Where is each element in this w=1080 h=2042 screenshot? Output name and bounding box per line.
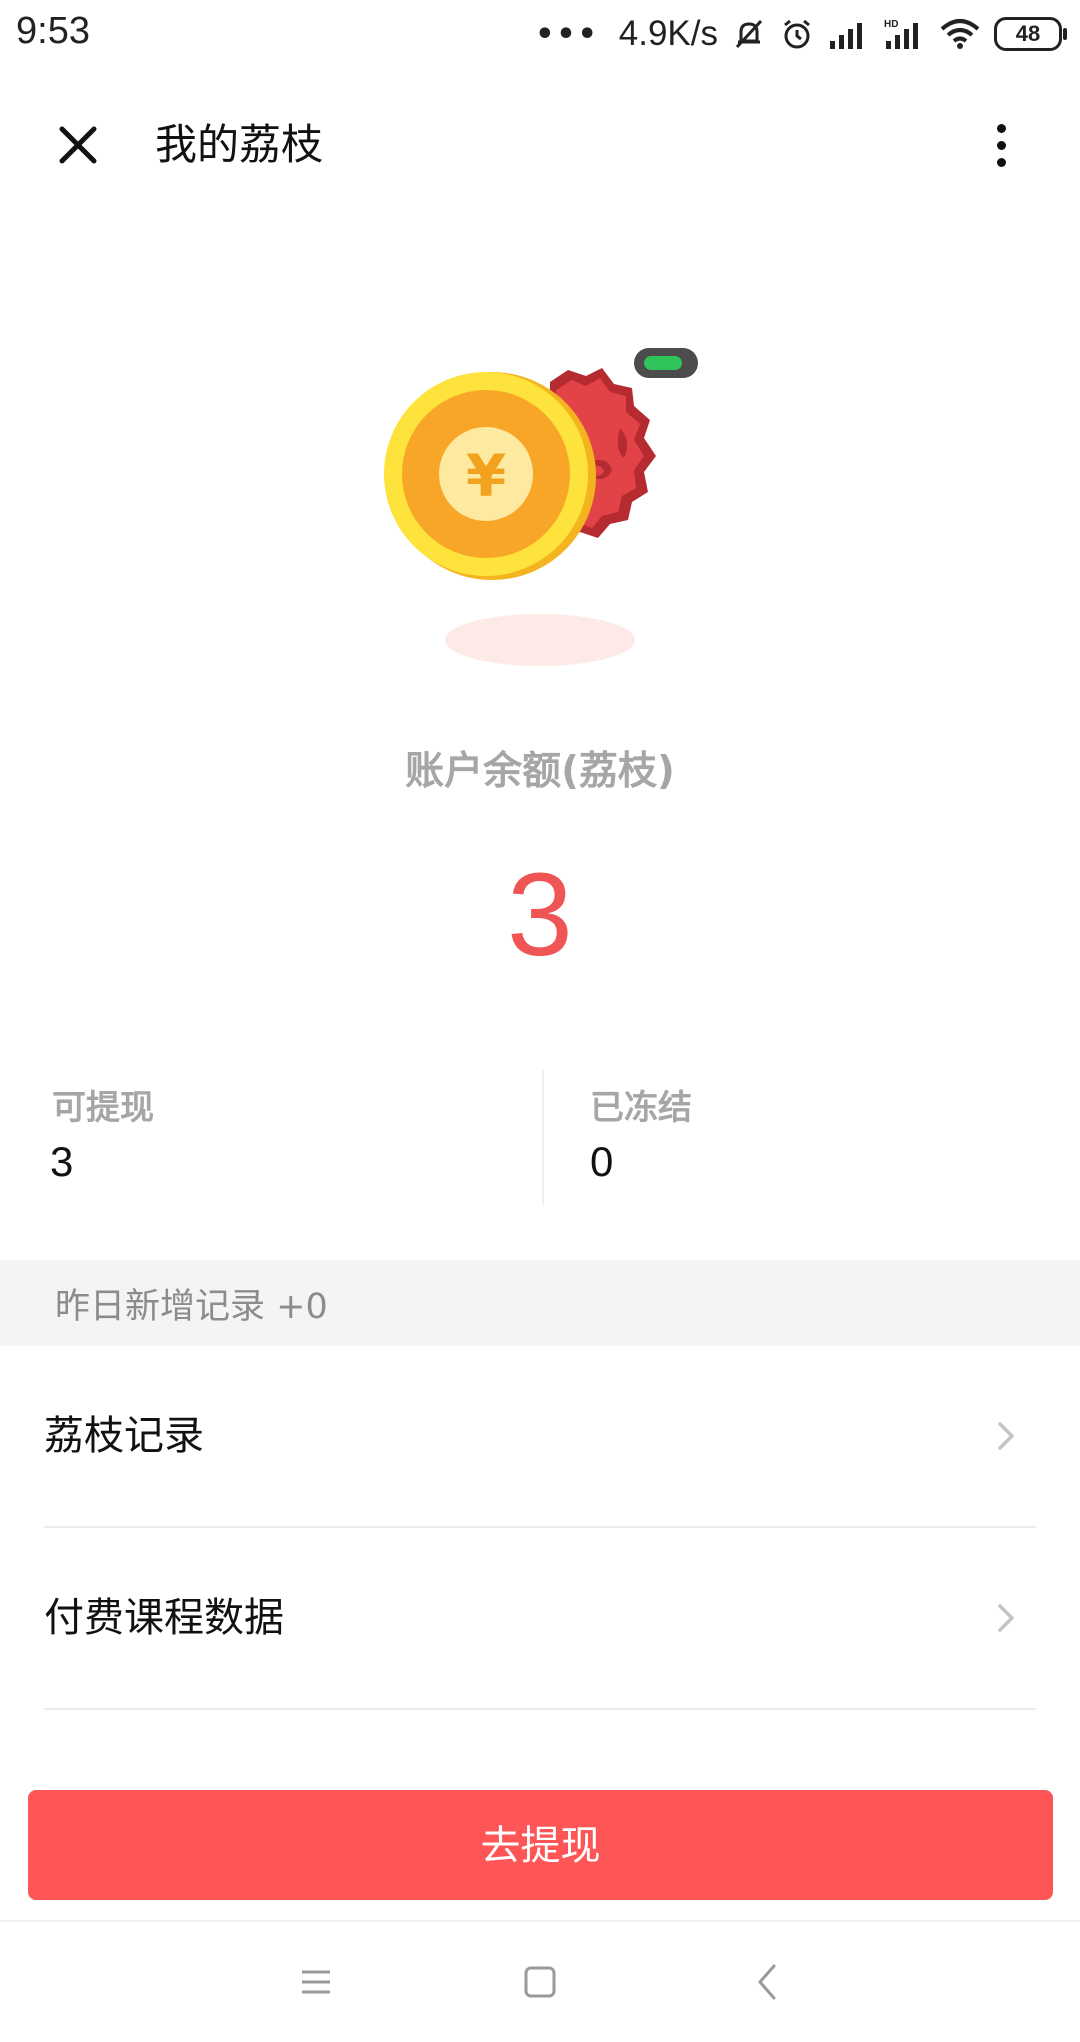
- stats-divider: [542, 1070, 544, 1205]
- yesterday-records-text: 昨日新增记录 +0: [55, 1287, 328, 1327]
- wifi-icon: [940, 19, 980, 49]
- withdraw-button[interactable]: 去提现: [28, 1790, 1053, 1900]
- status-time: 9:53: [16, 10, 90, 52]
- back-icon[interactable]: [744, 1958, 792, 2006]
- svg-text:HD: HD: [884, 19, 898, 30]
- paid-course-data-row[interactable]: 付费课程数据: [44, 1528, 1036, 1710]
- hd-signal-icon: HD: [884, 19, 918, 49]
- close-icon: [59, 126, 97, 164]
- more-dot: [996, 140, 1006, 150]
- illustration-shadow: [445, 614, 635, 666]
- battery-icon: 48: [994, 17, 1067, 51]
- mute-bell-icon: [735, 19, 763, 49]
- more-notifications-icon: •••: [535, 16, 599, 52]
- more-options-button[interactable]: [986, 115, 1016, 175]
- withdrawable-label: 可提现: [52, 1088, 154, 1128]
- chevron-right-icon: [998, 1422, 1014, 1450]
- home-icon[interactable]: [516, 1958, 564, 2006]
- status-icons: ••• 4.9K/s HD 48: [535, 12, 1067, 56]
- row-label: 付费课程数据: [44, 1595, 284, 1641]
- status-bar: 9:53 ••• 4.9K/s HD 48: [0, 0, 1080, 70]
- menu-icon[interactable]: [292, 1958, 340, 2006]
- network-speed: 4.9K/s: [618, 14, 718, 53]
- battery-level: 48: [1015, 21, 1041, 46]
- litchi-records-row[interactable]: 荔枝记录: [44, 1346, 1036, 1528]
- page-title: 我的荔枝: [155, 120, 324, 169]
- frozen-value: 0: [590, 1138, 614, 1185]
- balance-label: 账户余额(荔枝): [405, 749, 675, 794]
- coin-litchi-illustration: ¥: [384, 348, 698, 666]
- system-nav-bar: [0, 1920, 1080, 2042]
- alarm-icon: [784, 19, 810, 49]
- frozen-label: 已冻结: [590, 1088, 692, 1128]
- more-vertical-icon: [996, 123, 1006, 133]
- balance-value: 3: [507, 849, 573, 981]
- chevron-right-icon: [998, 1604, 1014, 1632]
- row-label: 荔枝记录: [44, 1413, 204, 1459]
- signal-icon: [830, 23, 862, 49]
- more-dot: [996, 157, 1006, 167]
- withdrawable-value: 3: [50, 1138, 74, 1185]
- yuan-symbol: ¥: [466, 442, 506, 510]
- coin-icon: ¥: [384, 372, 596, 580]
- close-button[interactable]: [48, 115, 108, 175]
